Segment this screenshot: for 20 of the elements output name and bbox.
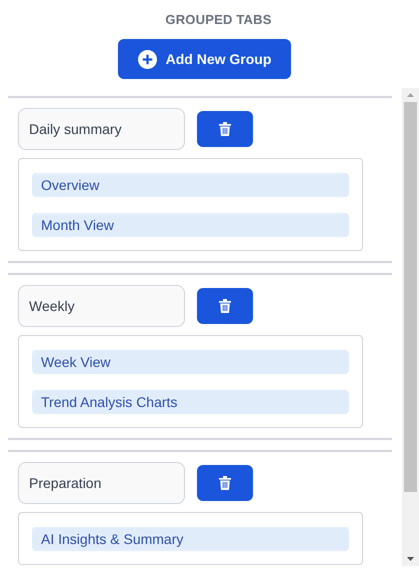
- tab-chip[interactable]: Trend Analysis Charts: [32, 390, 349, 414]
- scrollbar[interactable]: [402, 88, 419, 566]
- plus-circle-icon: [138, 50, 157, 68]
- delete-group-button[interactable]: [197, 288, 253, 324]
- tab-chip[interactable]: Overview: [32, 173, 349, 197]
- trash-icon: [219, 122, 231, 136]
- tab-chip[interactable]: AI Insights & Summary: [32, 527, 349, 551]
- trash-icon: [219, 299, 231, 313]
- trash-icon: [219, 476, 231, 490]
- group-name-field[interactable]: Weekly: [18, 285, 185, 327]
- section-title: GROUPED TABS: [165, 12, 272, 27]
- tab-chip[interactable]: Week View: [32, 350, 349, 374]
- delete-group-button[interactable]: [197, 111, 253, 147]
- group-name-field[interactable]: Preparation: [18, 462, 185, 504]
- scrollbar-thumb[interactable]: [404, 102, 417, 492]
- delete-group-button[interactable]: [197, 465, 253, 501]
- scroll-down-icon[interactable]: [407, 557, 414, 561]
- tab-chip[interactable]: Month View: [32, 213, 349, 237]
- group-name-field[interactable]: Daily summary: [18, 108, 185, 150]
- add-group-button[interactable]: Add New Group: [118, 39, 292, 79]
